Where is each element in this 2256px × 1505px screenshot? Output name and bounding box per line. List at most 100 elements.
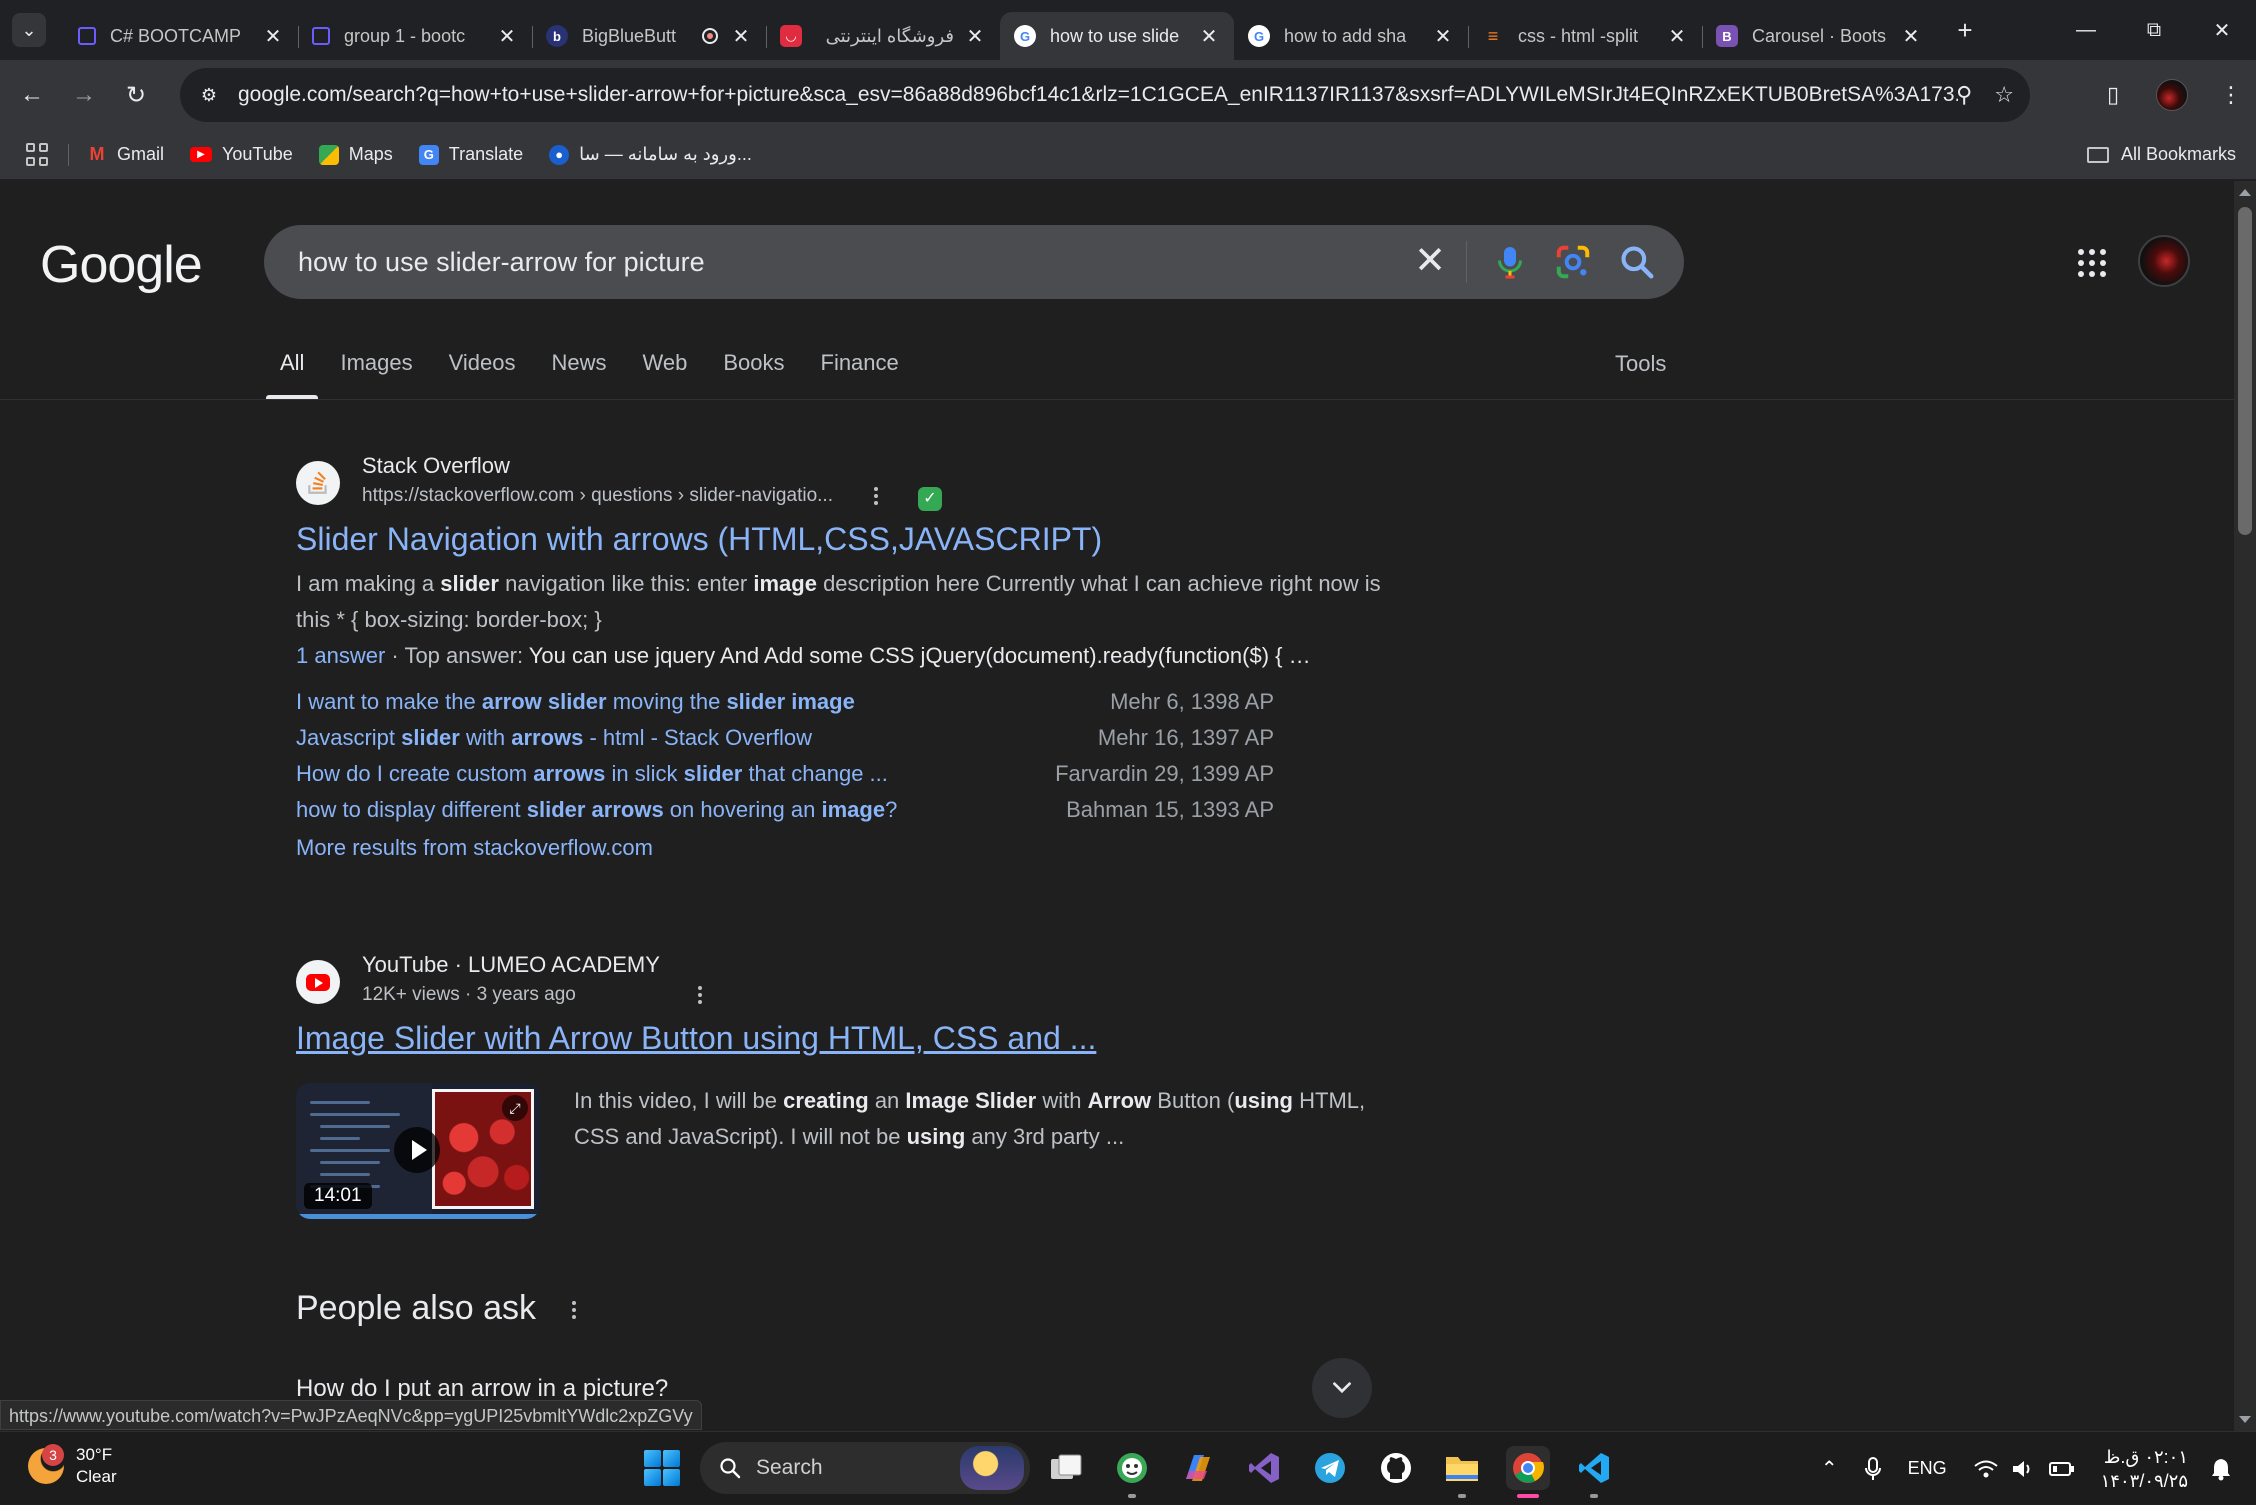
result-title-link[interactable]: Slider Navigation with arrows (HTML,CSS,…	[296, 521, 1396, 558]
address-bar[interactable]: ⚙ google.com/search?q=how+to+use+slider-…	[180, 68, 2030, 122]
tab-csharp-bootcamp[interactable]: C# BOOTCAMP ✕	[64, 12, 298, 60]
related-link[interactable]: how to display different slider arrows o…	[296, 792, 897, 828]
gemini-app-icon[interactable]	[1110, 1446, 1154, 1498]
close-icon[interactable]: ✕	[964, 24, 986, 49]
notification-bell-icon[interactable]	[2210, 1457, 2232, 1481]
back-button[interactable]: ←	[12, 75, 52, 115]
tab-news[interactable]: News	[551, 351, 606, 399]
reload-button[interactable]: ↻	[116, 75, 156, 115]
account-avatar[interactable]	[2138, 235, 2190, 287]
new-tab-button[interactable]: +	[1950, 15, 1980, 46]
task-view-icon[interactable]	[1044, 1446, 1088, 1490]
expand-icon[interactable]: ⤢	[502, 1095, 528, 1121]
close-icon[interactable]: ✕	[1900, 24, 1922, 49]
play-icon[interactable]	[394, 1127, 440, 1173]
bookmark-gmail[interactable]: M Gmail	[87, 144, 165, 165]
menu-icon[interactable]: ⋮	[2206, 82, 2256, 108]
bookmark-youtube[interactable]: ▶ YouTube	[190, 144, 293, 165]
related-link[interactable]: Javascript slider with arrows - html - S…	[296, 720, 812, 756]
tab-css-html-split[interactable]: ≡ css - html -split ✕	[1468, 12, 1702, 60]
restore-button[interactable]: ⧉	[2120, 0, 2188, 60]
taskbar-search[interactable]: Search	[700, 1442, 1030, 1494]
apps-icon[interactable]	[26, 142, 50, 167]
google-apps-icon[interactable]	[2078, 249, 2106, 277]
file-explorer-icon[interactable]	[1440, 1446, 1484, 1498]
answers-link[interactable]: 1 answer	[296, 643, 385, 668]
google-logo[interactable]: Google	[40, 235, 203, 295]
close-icon[interactable]: ✕	[1198, 24, 1220, 49]
clear-icon[interactable]: ✕	[1408, 239, 1452, 283]
related-link-row[interactable]: I want to make the arrow slider moving t…	[296, 684, 1396, 720]
forward-button[interactable]: →	[64, 75, 104, 115]
zoom-icon[interactable]: ⚲	[1956, 82, 1972, 108]
telegram-icon[interactable]	[1308, 1446, 1352, 1490]
site-settings-icon[interactable]: ⚙	[194, 85, 224, 106]
paa-question[interactable]: How do I put an arrow in a picture?	[296, 1375, 668, 1403]
microphone-icon[interactable]	[1864, 1456, 1882, 1481]
tab-videos[interactable]: Videos	[449, 351, 516, 399]
tab-finance[interactable]: Finance	[821, 351, 899, 399]
scroll-up-icon[interactable]	[2239, 189, 2251, 196]
related-link[interactable]: I want to make the arrow slider moving t…	[296, 684, 855, 720]
related-link-row[interactable]: How do I create custom arrows in slick s…	[296, 756, 1396, 792]
page-scrollbar[interactable]	[2234, 181, 2256, 1431]
battery-icon[interactable]	[2048, 1461, 2075, 1477]
tab-how-to-use-slider[interactable]: G how to use slide ✕	[1000, 12, 1234, 60]
tab-online-shop[interactable]: ◡ فروشگاه اینترنتی ✕	[766, 12, 1000, 60]
microphone-icon[interactable]	[1492, 243, 1528, 281]
close-window-button[interactable]: ✕	[2188, 0, 2256, 60]
tab-search-chevron-icon[interactable]: ⌄	[12, 13, 46, 47]
video-thumbnail[interactable]: ⤢ 14:01	[296, 1083, 540, 1219]
result-source[interactable]: Stack Overflow https://stackoverflow.com…	[296, 453, 1396, 511]
close-icon[interactable]: ✕	[496, 24, 518, 49]
weather-widget[interactable]: 3 30°F Clear	[28, 1444, 117, 1488]
chrome-icon[interactable]	[1506, 1446, 1550, 1498]
clock[interactable]: ۰۲:۰۱ ق.ظ ۱۴۰۳/۰۹/۲۵	[2101, 1445, 2188, 1493]
vscode-icon[interactable]	[1572, 1446, 1616, 1498]
more-results-link[interactable]: More results from stackoverflow.com	[296, 830, 1396, 866]
google-lens-icon[interactable]	[1554, 243, 1592, 281]
tab-images[interactable]: Images	[340, 351, 412, 399]
github-icon[interactable]	[1374, 1446, 1418, 1490]
scroll-thumb[interactable]	[2238, 207, 2252, 535]
wifi-icon[interactable]	[1973, 1459, 1999, 1479]
profile-avatar[interactable]	[2156, 79, 2188, 111]
tab-carousel-bootstrap[interactable]: B Carousel · Boots ✕	[1702, 12, 1936, 60]
bookmark-maps[interactable]: Maps	[318, 144, 393, 165]
result-source[interactable]: YouTube · LUMEO ACADEMY 12K+ views · 3 y…	[296, 952, 1396, 1008]
all-bookmarks[interactable]: All Bookmarks	[2086, 144, 2236, 165]
related-link[interactable]: How do I create custom arrows in slick s…	[296, 756, 888, 792]
tab-bigbluebutton[interactable]: b BigBlueButt ✕	[532, 12, 766, 60]
address-url[interactable]: google.com/search?q=how+to+use+slider-ar…	[238, 83, 1958, 107]
expand-question-button[interactable]	[1312, 1358, 1372, 1418]
search-box[interactable]: how to use slider-arrow for picture ✕	[264, 225, 1684, 299]
copilot-icon[interactable]	[1176, 1446, 1220, 1490]
close-icon[interactable]: ✕	[1666, 24, 1688, 49]
visual-studio-icon[interactable]	[1242, 1446, 1286, 1490]
volume-icon[interactable]	[2011, 1459, 2035, 1479]
language-indicator[interactable]: ENG	[1908, 1458, 1947, 1479]
more-options-icon[interactable]	[698, 986, 704, 1004]
close-icon[interactable]: ✕	[730, 24, 752, 49]
tab-books[interactable]: Books	[723, 351, 784, 399]
tools-button[interactable]: Tools	[1615, 351, 1666, 377]
related-link-row[interactable]: how to display different slider arrows o…	[296, 792, 1396, 828]
tab-web[interactable]: Web	[643, 351, 688, 399]
more-options-icon[interactable]	[571, 1301, 576, 1320]
tab-how-to-add-shape[interactable]: G how to add sha ✕	[1234, 12, 1468, 60]
tab-all[interactable]: All	[265, 351, 320, 399]
extensions-icon[interactable]: ▯	[2088, 82, 2138, 108]
minimize-button[interactable]: —	[2052, 0, 2120, 60]
scroll-down-icon[interactable]	[2239, 1416, 2251, 1423]
more-options-icon[interactable]	[874, 487, 880, 505]
close-icon[interactable]: ✕	[262, 24, 284, 49]
bookmark-star-icon[interactable]: ☆	[1994, 82, 2014, 108]
chevron-up-icon[interactable]: ⌃	[1821, 1456, 1838, 1481]
search-input[interactable]: how to use slider-arrow for picture	[298, 247, 705, 278]
related-link-row[interactable]: Javascript slider with arrows - html - S…	[296, 720, 1396, 756]
tab-group-1[interactable]: group 1 - bootc ✕	[298, 12, 532, 60]
bookmark-translate[interactable]: G Translate	[418, 144, 523, 165]
search-icon[interactable]	[1618, 243, 1656, 281]
close-icon[interactable]: ✕	[1432, 24, 1454, 49]
result-title-link[interactable]: Image Slider with Arrow Button using HTM…	[296, 1020, 1396, 1057]
